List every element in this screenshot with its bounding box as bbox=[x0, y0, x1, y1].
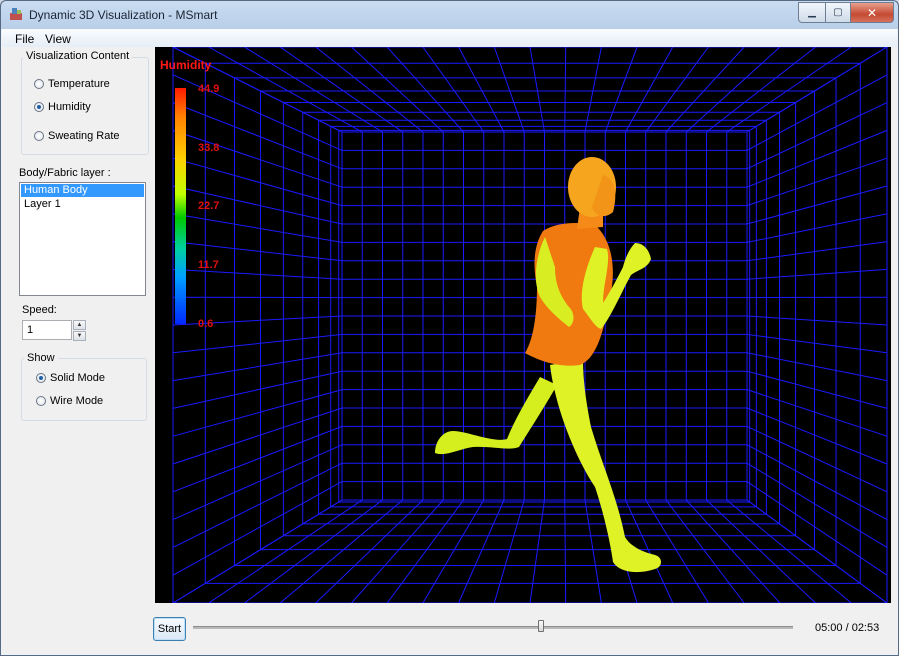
minimize-button[interactable]: ▁ bbox=[798, 2, 826, 23]
back-leg bbox=[435, 377, 557, 455]
speed-label: Speed: bbox=[22, 304, 57, 316]
speed-up-button[interactable]: ▲ bbox=[73, 320, 86, 330]
radio-wire-mode[interactable]: Wire Mode bbox=[36, 395, 103, 407]
legend-tick: 33.8 bbox=[198, 142, 220, 154]
3d-viewport[interactable]: Humidity 44.9 33.8 22.7 11.7 0.6 bbox=[155, 47, 891, 603]
radio-solid-mode[interactable]: Solid Mode bbox=[36, 372, 105, 384]
legend-title: Humidity bbox=[160, 58, 212, 72]
radio-humidity[interactable]: Humidity bbox=[34, 101, 91, 113]
menu-view[interactable]: View bbox=[45, 32, 71, 46]
radio-wire-mode-indicator[interactable] bbox=[36, 396, 46, 406]
timeline-track[interactable] bbox=[193, 626, 793, 629]
title-bar[interactable]: Dynamic 3D Visualization - MSmart ▁ ▢ ✕ bbox=[1, 1, 898, 29]
legend-tick: 44.9 bbox=[198, 83, 220, 95]
menu-file[interactable]: File bbox=[15, 32, 34, 46]
visualization-content-title: Visualization Content bbox=[23, 50, 133, 62]
color-scale-bar bbox=[175, 88, 186, 324]
radio-sweating-rate[interactable]: Sweating Rate bbox=[34, 130, 120, 142]
minimize-icon: ▁ bbox=[808, 7, 816, 18]
arrow-up-icon: ▲ bbox=[76, 322, 83, 328]
radio-temperature-label: Temperature bbox=[48, 78, 110, 90]
close-button[interactable]: ✕ bbox=[850, 2, 894, 23]
radio-sweating-rate-label: Sweating Rate bbox=[48, 130, 120, 142]
timeline-thumb[interactable] bbox=[538, 620, 544, 632]
human-body-model bbox=[435, 157, 661, 573]
menu-bar: File View bbox=[2, 29, 897, 48]
window-title: Dynamic 3D Visualization - MSmart bbox=[29, 8, 218, 22]
radio-temperature-indicator[interactable] bbox=[34, 79, 44, 89]
radio-temperature[interactable]: Temperature bbox=[34, 78, 110, 90]
arrow-down-icon: ▼ bbox=[76, 333, 83, 339]
legend-tick: 22.7 bbox=[198, 200, 220, 212]
app-icon bbox=[10, 8, 22, 20]
start-button[interactable]: Start bbox=[153, 617, 186, 641]
legend-tick: 0.6 bbox=[198, 318, 214, 330]
speed-input[interactable]: 1 bbox=[22, 320, 72, 340]
maximize-button[interactable]: ▢ bbox=[825, 2, 851, 23]
show-group bbox=[21, 358, 147, 421]
radio-humidity-label: Humidity bbox=[48, 101, 91, 113]
time-display: 05:00 / 02:53 bbox=[815, 622, 880, 634]
front-arm bbox=[581, 243, 651, 329]
maximize-icon: ▢ bbox=[833, 7, 843, 18]
front-leg bbox=[550, 359, 661, 573]
radio-solid-mode-label: Solid Mode bbox=[50, 372, 106, 384]
radio-sweating-rate-indicator[interactable] bbox=[34, 131, 44, 141]
legend-tick: 11.7 bbox=[198, 259, 219, 271]
client-area: Visualization Content Temperature Humidi… bbox=[2, 47, 897, 653]
list-item[interactable]: Human Body bbox=[21, 184, 144, 197]
radio-humidity-indicator[interactable] bbox=[34, 102, 44, 112]
speed-down-button[interactable]: ▼ bbox=[73, 331, 86, 341]
layer-listbox[interactable]: Human Body Layer 1 bbox=[19, 182, 146, 296]
show-group-title: Show bbox=[24, 352, 58, 364]
layer-label: Body/Fabric layer : bbox=[19, 167, 111, 179]
radio-solid-mode-indicator[interactable] bbox=[36, 373, 46, 383]
radio-wire-mode-label: Wire Mode bbox=[50, 395, 104, 407]
app-window: Dynamic 3D Visualization - MSmart ▁ ▢ ✕ … bbox=[0, 0, 899, 656]
close-icon: ✕ bbox=[866, 5, 878, 20]
list-item[interactable]: Layer 1 bbox=[21, 198, 144, 211]
